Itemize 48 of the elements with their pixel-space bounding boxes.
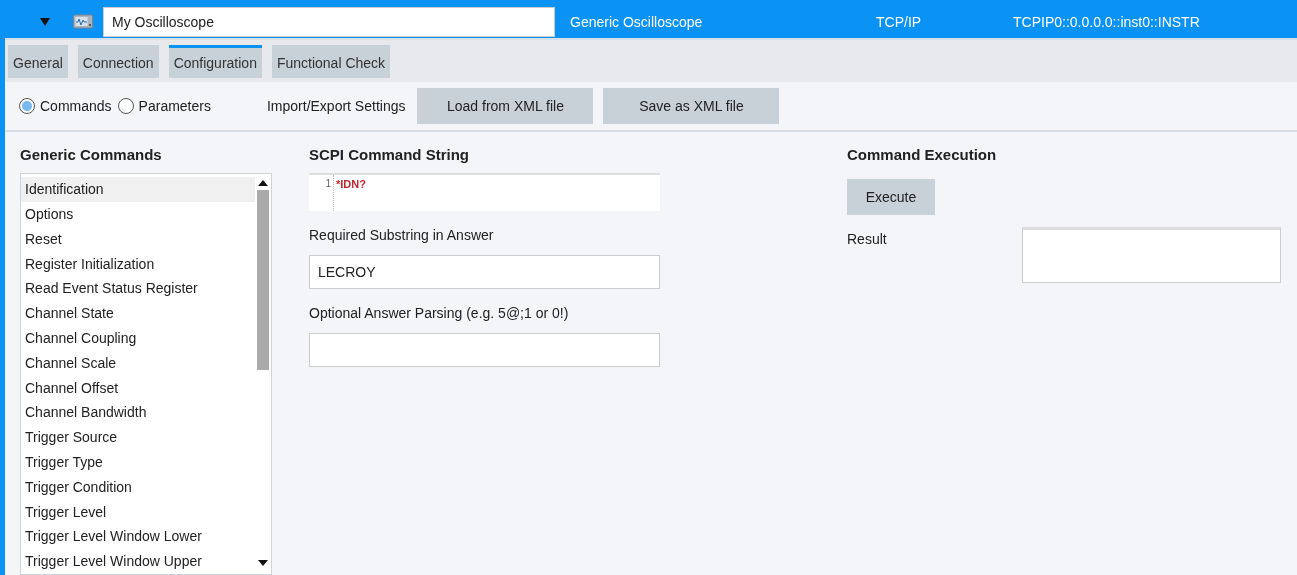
interface-label: TCP/IP: [876, 13, 923, 30]
list-item[interactable]: Trigger Type: [21, 450, 255, 475]
list-item[interactable]: Channel State: [21, 301, 255, 327]
command-text: *IDN?: [335, 177, 366, 193]
section-title: Command Execution: [847, 145, 998, 166]
radio-label[interactable]: Parameters: [138, 98, 211, 115]
import-export-label: Import/Export Settings: [266, 98, 406, 115]
list-item[interactable]: Trigger Level: [21, 499, 255, 525]
resource-address: TCPIP0::0.0.0.0::inst0::INSTR: [1013, 13, 1200, 30]
section-title: Generic Commands: [20, 145, 163, 166]
result-label: Result: [847, 230, 888, 250]
list-item[interactable]: Channel Bandwidth: [21, 400, 255, 426]
list-item[interactable]: Reset: [21, 226, 255, 252]
caret-icon[interactable]: [40, 17, 50, 26]
list-item[interactable]: Register Initialization: [21, 251, 255, 277]
section-title: SCPI Command String: [309, 145, 470, 166]
substring-field[interactable]: LECROY: [309, 255, 660, 290]
instrument-name-field[interactable]: My Oscilloscope: [103, 6, 555, 37]
code-editor[interactable]: 1 *IDN?: [309, 173, 660, 212]
list-item[interactable]: Trigger Level Window Upper: [21, 549, 255, 574]
field-label: Optional Answer Parsing (e.g. 5@;1 or 0!): [309, 304, 570, 324]
scroll-up-icon[interactable]: [258, 180, 268, 187]
radio-button[interactable]: [19, 98, 35, 115]
radio-button[interactable]: [117, 98, 134, 115]
tab[interactable]: General: [8, 44, 68, 78]
list-item[interactable]: Channel Scale: [21, 350, 255, 376]
xml-button[interactable]: Save as XML file: [603, 88, 780, 125]
line-number: 1: [309, 175, 334, 212]
tab[interactable]: Functional Check: [271, 44, 391, 78]
field-label: Required Substring in Answer: [309, 226, 495, 246]
oscilloscope-icon: [73, 13, 93, 30]
result-field[interactable]: [1022, 227, 1281, 284]
tab[interactable]: Configuration: [168, 44, 262, 78]
list-item[interactable]: Options: [21, 202, 255, 227]
radio-label[interactable]: Commands: [40, 98, 112, 115]
list-item[interactable]: Channel Offset: [21, 375, 255, 401]
scroll-down-icon[interactable]: [258, 560, 268, 566]
parsing-field[interactable]: [309, 333, 660, 368]
list-item[interactable]: Trigger Level Window Lower: [21, 524, 255, 550]
tab[interactable]: Connection: [77, 44, 159, 78]
instrument-type: Generic Oscilloscope: [570, 13, 704, 30]
list-item[interactable]: Trigger Source: [21, 425, 255, 450]
list-item[interactable]: Read Event Status Register: [21, 276, 255, 302]
list-item[interactable]: Channel Coupling: [21, 326, 255, 351]
list-item[interactable]: Trigger Condition: [21, 474, 255, 500]
execute-button[interactable]: Execute: [847, 179, 935, 216]
list-item[interactable]: Identification: [21, 177, 255, 203]
xml-button[interactable]: Load from XML file: [417, 88, 594, 125]
